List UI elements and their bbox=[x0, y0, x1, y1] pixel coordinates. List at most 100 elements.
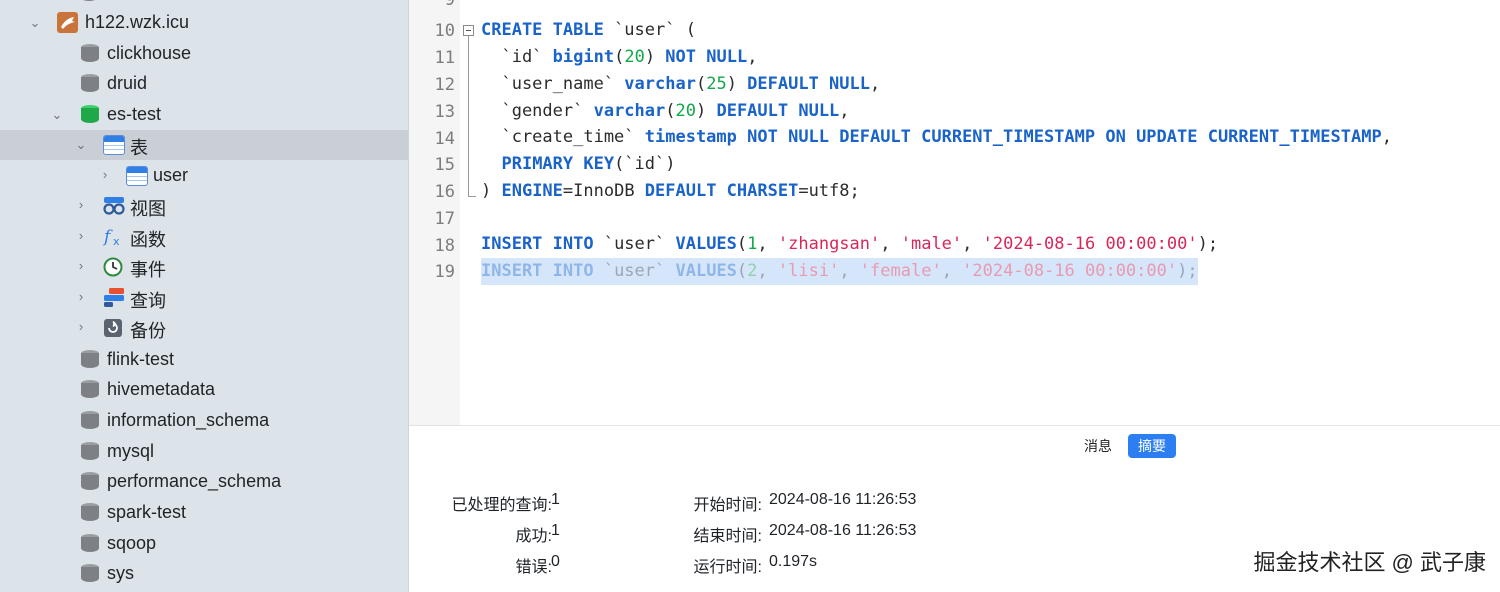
code-text: , bbox=[941, 261, 963, 281]
tree-row-previous[interactable] bbox=[0, 0, 408, 8]
chevron-right-icon[interactable]: › bbox=[74, 290, 88, 304]
line-number: 15 bbox=[434, 155, 455, 175]
code-text: ); bbox=[1177, 261, 1198, 281]
line-number: 16 bbox=[434, 182, 455, 202]
query-icon bbox=[103, 288, 124, 308]
tab-summary[interactable]: 摘要 bbox=[1128, 434, 1176, 458]
tree-group-queries[interactable]: › 查询 bbox=[0, 283, 408, 313]
fold-toggle-icon[interactable] bbox=[463, 25, 474, 36]
database-label: mysql bbox=[107, 441, 155, 461]
line-number: 10 bbox=[434, 21, 455, 41]
type-keyword: varchar bbox=[624, 74, 696, 94]
keyword: DEFAULT NULL bbox=[747, 74, 870, 94]
tree-db-spark-test[interactable]: spark-test bbox=[0, 498, 408, 528]
database-icon bbox=[81, 44, 99, 64]
fold-guide bbox=[468, 36, 469, 196]
group-label: 查询 bbox=[130, 291, 166, 311]
chevron-right-icon[interactable]: › bbox=[74, 320, 88, 334]
tree-db-sys[interactable]: sys bbox=[0, 559, 408, 589]
tree-db-druid[interactable]: druid bbox=[0, 69, 408, 99]
tree-db-performance-schema[interactable]: performance_schema bbox=[0, 467, 408, 497]
tree-db-hivemetadata[interactable]: hivemetadata bbox=[0, 375, 408, 405]
code-text: ) bbox=[695, 101, 717, 121]
chevron-right-icon[interactable]: › bbox=[74, 229, 88, 243]
database-label: information_schema bbox=[107, 410, 270, 430]
number-literal: 2 bbox=[747, 261, 758, 281]
tree-group-functions[interactable]: › fx 函数 bbox=[0, 222, 408, 252]
code-text: , bbox=[870, 74, 881, 94]
code-text: ); bbox=[1197, 234, 1219, 254]
database-label: spark-test bbox=[107, 502, 187, 522]
type-keyword: bigint bbox=[552, 47, 615, 67]
error-label: 错误: bbox=[515, 559, 552, 576]
chevron-down-icon[interactable]: ⌄ bbox=[50, 108, 64, 122]
tree-connection-h122[interactable]: ⌄ h122.wzk.icu bbox=[0, 8, 408, 38]
database-icon bbox=[81, 350, 99, 370]
tab-messages[interactable]: 消息 bbox=[1074, 434, 1122, 458]
string-literal: '2024-08-16 00:00:00' bbox=[982, 234, 1198, 254]
database-icon bbox=[81, 534, 99, 554]
fold-guide-end bbox=[468, 196, 476, 197]
line-number: 17 bbox=[434, 209, 455, 229]
code-text: =InnoDB bbox=[562, 181, 645, 201]
chevron-right-icon[interactable]: › bbox=[74, 198, 88, 212]
number-literal: 25 bbox=[706, 74, 727, 94]
keyword: NOT NULL bbox=[665, 47, 748, 67]
keyword: DEFAULT NULL bbox=[716, 101, 840, 121]
end-time-value: 2024-08-16 11:26:53 bbox=[769, 522, 917, 539]
tree-db-information-schema[interactable]: information_schema bbox=[0, 406, 408, 436]
code-text: , bbox=[880, 234, 901, 254]
line-number: 13 bbox=[434, 102, 455, 122]
view-icon bbox=[103, 196, 125, 216]
code-text: ) bbox=[726, 74, 748, 94]
tree-group-events[interactable]: › 事件 bbox=[0, 252, 408, 282]
chevron-down-icon[interactable]: ⌄ bbox=[28, 16, 42, 30]
code-text: ( bbox=[665, 101, 676, 121]
tree-db-mysql[interactable]: mysql bbox=[0, 437, 408, 467]
tree-db-clickhouse[interactable]: clickhouse bbox=[0, 39, 408, 69]
group-label: 事件 bbox=[130, 260, 166, 280]
navigator-sidebar: ⌄ h122.wzk.icu clickhouse druid ⌄ es-tes… bbox=[0, 0, 409, 592]
backup-icon bbox=[103, 318, 123, 338]
keyword: ENGINE bbox=[501, 181, 563, 201]
code-text: , bbox=[757, 261, 778, 281]
code-text: `create_time` bbox=[481, 127, 645, 147]
table-icon bbox=[103, 135, 125, 155]
code-line-10: CREATE TABLE `user` ( bbox=[481, 17, 696, 44]
connection-label: h122.wzk.icu bbox=[85, 12, 190, 32]
code-text: ( bbox=[695, 74, 707, 94]
tree-db-sqoop[interactable]: sqoop bbox=[0, 529, 408, 559]
chevron-right-icon[interactable]: › bbox=[98, 168, 112, 182]
tree-db-flink-test[interactable]: flink-test bbox=[0, 345, 408, 375]
tree-table-user[interactable]: › user bbox=[0, 161, 408, 191]
database-label: druid bbox=[107, 73, 148, 93]
sql-editor[interactable]: 9 10 11 12 13 14 15 16 17 18 19 CREATE T… bbox=[409, 0, 1500, 425]
code-text: , bbox=[757, 234, 778, 254]
code-text: `id` bbox=[481, 47, 553, 67]
database-icon bbox=[81, 442, 99, 462]
line-number: 12 bbox=[434, 75, 455, 95]
group-label: 备份 bbox=[130, 321, 166, 341]
chevron-down-icon[interactable]: ⌄ bbox=[74, 138, 88, 152]
code-line-12: `user_name` varchar(25) DEFAULT NULL, bbox=[481, 71, 880, 98]
code-text: ) bbox=[644, 47, 666, 67]
group-label: 函数 bbox=[130, 230, 166, 250]
line-number: 9 bbox=[444, 0, 455, 10]
code-line-11: `id` bigint(20) NOT NULL, bbox=[481, 44, 757, 71]
tree-group-tables[interactable]: ⌄ 表 bbox=[0, 130, 408, 160]
code-text: `user` bbox=[593, 234, 676, 254]
tree-group-views[interactable]: › 视图 bbox=[0, 191, 408, 221]
error-value: 0 bbox=[551, 553, 560, 570]
code-text: (`id`) bbox=[614, 154, 676, 174]
tree-group-backups[interactable]: › 备份 bbox=[0, 313, 408, 343]
tree-db-es-test[interactable]: ⌄ es-test bbox=[0, 100, 408, 130]
code-text: =utf8; bbox=[798, 181, 860, 201]
database-label: performance_schema bbox=[107, 471, 282, 491]
database-icon bbox=[81, 380, 99, 400]
chevron-right-icon[interactable]: › bbox=[74, 259, 88, 273]
line-number: 19 bbox=[434, 262, 455, 282]
group-label: 表 bbox=[130, 138, 148, 158]
keyword: DEFAULT CHARSET bbox=[644, 181, 799, 201]
keyword: INSERT INTO bbox=[481, 261, 594, 281]
